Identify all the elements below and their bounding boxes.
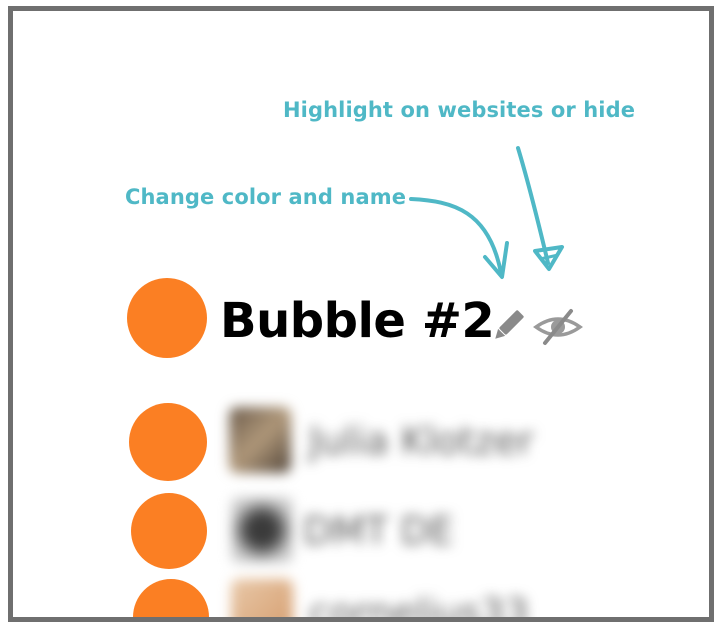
member-name: Julia Klotzer xyxy=(309,419,534,463)
member-color-dot xyxy=(131,493,207,569)
member-color-dot xyxy=(129,403,207,481)
bubble-color-dot[interactable] xyxy=(127,278,207,358)
avatar xyxy=(229,407,291,473)
bubble-title: Bubble #2 xyxy=(220,293,495,349)
member-name: DMT DE xyxy=(303,509,454,553)
arrow-to-visibility-icon xyxy=(516,146,550,265)
member-name: cornelius33 xyxy=(309,591,529,622)
screenshot-frame: Highlight on websites or hide Change col… xyxy=(8,6,714,622)
avatar xyxy=(231,497,293,563)
eye-slash-icon[interactable] xyxy=(533,307,583,347)
avatar xyxy=(231,579,293,617)
pencil-icon[interactable] xyxy=(488,306,528,346)
